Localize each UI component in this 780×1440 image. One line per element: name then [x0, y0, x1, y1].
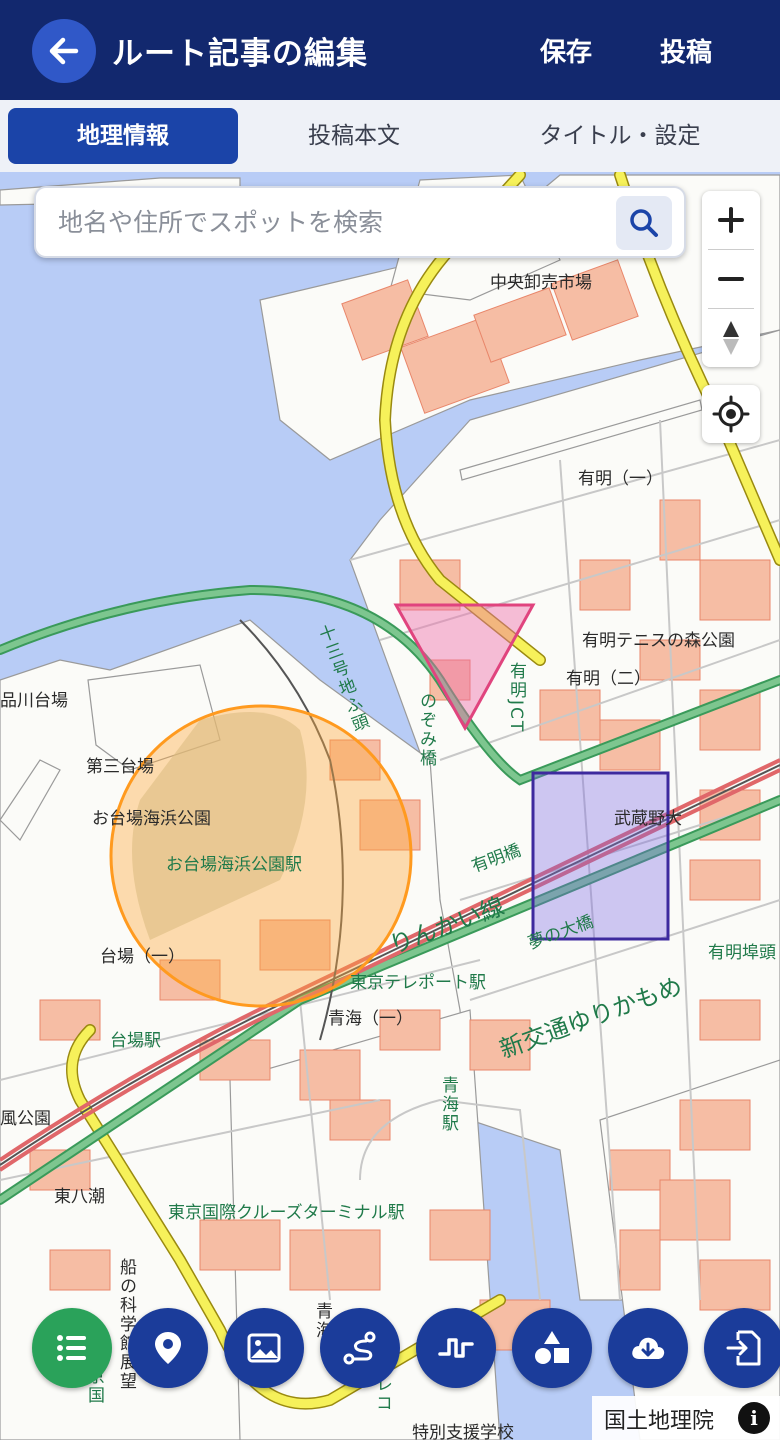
- add-shape-button[interactable]: [512, 1308, 592, 1388]
- tab-title-settings[interactable]: タイトル・設定: [500, 108, 740, 164]
- search-icon: [630, 209, 658, 237]
- route-icon: [343, 1331, 376, 1365]
- map-label: 青海駅: [438, 1076, 458, 1133]
- map-label: 有明（一）: [578, 469, 663, 489]
- search-bar: [34, 186, 686, 258]
- map-label: 有明埠頭: [708, 943, 776, 963]
- import-file-button[interactable]: [704, 1308, 780, 1388]
- cloud-download-button[interactable]: [608, 1308, 688, 1388]
- post-button[interactable]: 投稿: [660, 32, 712, 69]
- map-label: 有明JCT: [506, 662, 526, 734]
- zoom-in-button[interactable]: [702, 191, 760, 249]
- map-attribution: 国土地理院 i: [592, 1396, 780, 1440]
- map-label: 有明テニスの森公園: [582, 631, 735, 651]
- map-label: お台場海浜公園: [92, 809, 211, 829]
- info-icon[interactable]: i: [738, 1402, 770, 1434]
- map-label: 品川台場: [0, 691, 68, 711]
- map-label: 特別支援学校: [412, 1423, 514, 1440]
- zoom-out-button[interactable]: [702, 250, 760, 308]
- map-label: 有明（二）: [566, 669, 651, 689]
- attribution-text: 国土地理院: [604, 1409, 715, 1434]
- arrow-left-icon: [49, 37, 79, 65]
- map-label: 風公園: [0, 1109, 51, 1129]
- cloud-download-icon: [632, 1337, 665, 1359]
- map-label: 東京テレポート駅: [350, 973, 486, 993]
- zoom-controls: [702, 191, 760, 367]
- add-image-button[interactable]: [224, 1308, 304, 1388]
- map-label: 中央卸売市場: [490, 273, 592, 293]
- crosshair-location-icon: [712, 395, 750, 433]
- app-header: ルート記事の編集 保存 投稿: [0, 0, 780, 100]
- image-icon: [247, 1333, 281, 1363]
- compass-north-icon: [723, 321, 739, 355]
- map-label: 東八潮: [54, 1187, 105, 1207]
- minus-icon: [718, 277, 744, 281]
- map-label: 青海（一）: [328, 1009, 413, 1029]
- map-label: お台場海浜公園駅: [166, 855, 302, 875]
- map-label: 東京国際クルーズターミナル駅: [168, 1203, 405, 1223]
- tab-geo-info[interactable]: 地理情報: [8, 108, 238, 164]
- map-canvas[interactable]: 中央卸売市場 有明（一） 有明テニスの森公園 有明（二） 品川台場 第三台場 お…: [0, 172, 780, 1440]
- shapes-icon: [535, 1331, 569, 1364]
- page-title: ルート記事の編集: [112, 36, 368, 72]
- add-pin-button[interactable]: [128, 1308, 208, 1388]
- map-label: 台場駅: [110, 1031, 161, 1051]
- map-pin-icon: [155, 1332, 181, 1364]
- map-label: 武蔵野大: [614, 809, 682, 829]
- list-button[interactable]: [32, 1308, 112, 1388]
- drawn-rectangle-shape[interactable]: [531, 771, 670, 941]
- elevation-profile-icon: [438, 1338, 474, 1358]
- elevation-profile-button[interactable]: [416, 1308, 496, 1388]
- add-route-button[interactable]: [320, 1308, 400, 1388]
- map-label: のぞみ橋: [416, 692, 436, 768]
- tab-bar: 地理情報 投稿本文 タイトル・設定: [0, 100, 780, 172]
- search-button[interactable]: [616, 196, 672, 250]
- file-import-icon: [726, 1330, 761, 1366]
- map-label: 第三台場: [86, 757, 154, 777]
- tab-post-body[interactable]: 投稿本文: [240, 108, 468, 164]
- plus-icon: [718, 207, 744, 233]
- locate-button[interactable]: [702, 385, 760, 443]
- save-button[interactable]: 保存: [540, 32, 592, 69]
- back-button[interactable]: [32, 19, 96, 83]
- map-label: 台場（一）: [100, 947, 185, 967]
- search-input[interactable]: [58, 202, 618, 242]
- list-icon: [57, 1335, 86, 1361]
- compass-button[interactable]: [702, 309, 760, 367]
